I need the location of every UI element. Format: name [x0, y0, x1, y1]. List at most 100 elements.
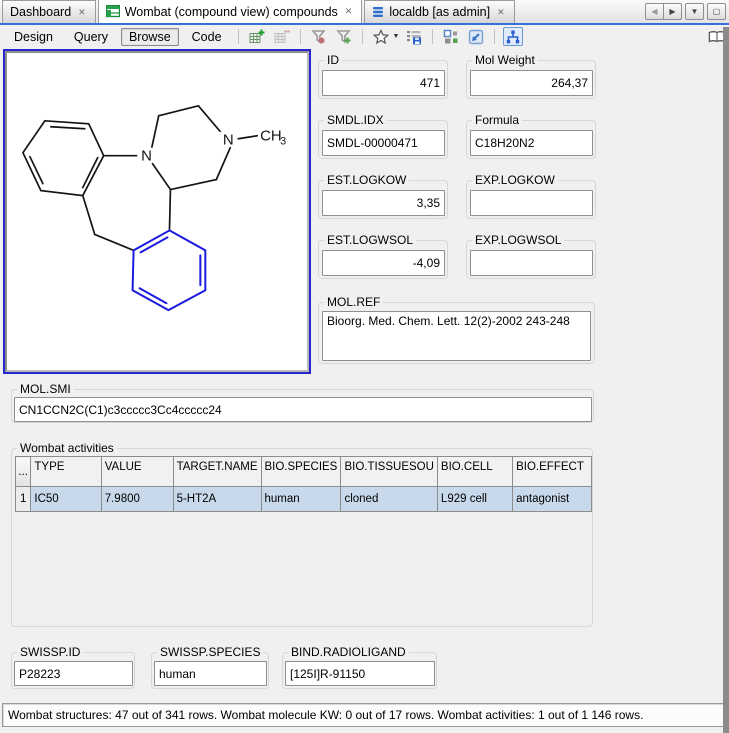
filter-result-icon[interactable] [309, 27, 329, 46]
favorites-icon[interactable] [371, 27, 391, 46]
tab-list-dropdown-button[interactable]: ▼ [685, 3, 704, 20]
field-est-logwsol: EST.LOGWSOL [318, 233, 448, 279]
field-bind-radioligand-label: BIND.RADIOLIGAND [288, 645, 409, 659]
table-settings-button[interactable]: ... [14, 456, 32, 487]
field-smdl-idx-label: SMDL.IDX [324, 113, 387, 127]
close-icon[interactable]: ✕ [343, 6, 355, 17]
cell-bio-species[interactable]: human [260, 486, 342, 512]
browse-button[interactable]: Browse [120, 27, 179, 46]
save-list-icon[interactable] [404, 27, 424, 46]
separator [432, 29, 434, 44]
methyl-subscript: 3 [280, 136, 286, 148]
field-swissp-species-input[interactable] [154, 661, 267, 686]
tab-wombat-compounds[interactable]: Wombat (compound view) compounds ✕ [97, 0, 363, 23]
favorites-dropdown-icon[interactable]: ▼ [393, 33, 400, 40]
tab-dashboard[interactable]: Dashboard ✕ [2, 0, 96, 23]
cell-target-name[interactable]: 5-HT2A [172, 486, 262, 512]
field-formula: Formula [466, 113, 596, 159]
form-view: N N CH 3 ID Mol Weight SMDL.IDX Formula [0, 46, 729, 733]
cell-bio-tissuesource[interactable]: cloned [340, 486, 438, 512]
field-mol-smi-label: MOL.SMI [17, 382, 74, 396]
wombat-activities-table[interactable]: ... TYPE VALUE TARGET.NAME BIO.SPECIES B… [14, 456, 592, 512]
field-est-logwsol-label: EST.LOGWSOL [324, 233, 417, 247]
close-icon[interactable]: ✕ [495, 7, 507, 18]
tab-localdb-label: localdb [as admin] [389, 5, 491, 19]
cell-value[interactable]: 7.9800 [100, 486, 174, 512]
close-icon[interactable]: ✕ [76, 7, 88, 18]
column-header[interactable]: VALUE [100, 456, 174, 487]
tab-localdb[interactable]: localdb [as admin] ✕ [364, 0, 515, 23]
maximize-button[interactable]: ▢ [707, 3, 726, 20]
field-mol-ref-input[interactable]: Bioorg. Med. Chem. Lett. 12(2)-2002 243-… [322, 311, 591, 361]
scroll-right-button[interactable]: ▶ [663, 3, 682, 20]
field-bind-radioligand-input[interactable] [285, 661, 435, 686]
hierarchy-icon[interactable] [503, 27, 524, 46]
design-button[interactable]: Design [6, 28, 61, 46]
field-swissp-id: SWISSP.ID [11, 645, 135, 689]
column-header[interactable]: BIO.EFFECT [512, 456, 592, 487]
filter-add-icon[interactable] [334, 27, 354, 46]
field-exp-logwsol-input[interactable] [470, 250, 593, 276]
column-header[interactable]: TYPE [30, 456, 102, 487]
field-exp-logkow-input[interactable] [470, 190, 593, 216]
field-id-input[interactable] [322, 70, 445, 96]
status-text: Wombat structures: 47 out of 341 rows. W… [8, 708, 644, 722]
separator [494, 29, 496, 44]
field-swissp-id-input[interactable] [14, 661, 133, 686]
field-mol-ref: MOL.REF Bioorg. Med. Chem. Lett. 12(2)-2… [318, 295, 595, 364]
field-est-logwsol-input[interactable] [322, 250, 445, 276]
field-mol-smi-input[interactable] [14, 397, 592, 422]
widgets-icon[interactable] [441, 27, 461, 46]
field-formula-label: Formula [472, 113, 523, 127]
status-bar: Wombat structures: 47 out of 341 rows. W… [2, 703, 727, 727]
field-smdl-idx-input[interactable] [322, 130, 445, 156]
field-swissp-species: SWISSP.SPECIES [151, 645, 269, 689]
field-est-logkow: EST.LOGKOW [318, 173, 448, 219]
code-button[interactable]: Code [184, 28, 230, 46]
query-button[interactable]: Query [66, 28, 116, 46]
column-header[interactable]: BIO.TISSUESOU [340, 456, 438, 487]
column-header[interactable]: TARGET.NAME [172, 456, 262, 487]
cell-type[interactable]: IC50 [30, 486, 102, 512]
field-id-label: ID [324, 53, 342, 67]
application-window: Dashboard ✕ Wombat (compound view) compo… [0, 0, 729, 733]
field-mol-smi: MOL.SMI [11, 382, 594, 423]
add-row-icon[interactable] [247, 27, 267, 46]
column-header[interactable]: BIO.SPECIES [260, 456, 342, 487]
wombat-activities-group: Wombat activities ... TYPE VALUE TARGET.… [11, 441, 593, 627]
field-exp-logwsol: EXP.LOGWSOL [466, 233, 596, 279]
field-smdl-idx: SMDL.IDX [318, 113, 448, 159]
field-mol-ref-label: MOL.REF [324, 295, 384, 309]
methyl-label: CH [260, 128, 282, 145]
separator [237, 29, 239, 44]
scroll-left-button[interactable]: ◀ [645, 3, 663, 20]
table-row[interactable]: 1 IC50 7.9800 5-HT2A human cloned L929 c… [14, 486, 592, 512]
field-formula-input[interactable] [470, 130, 593, 156]
cell-bio-cell[interactable]: L929 cell [436, 486, 514, 512]
structure-canvas[interactable]: N N CH 3 [5, 51, 309, 372]
field-exp-logkow-label: EXP.LOGKOW [472, 173, 558, 187]
separator [361, 29, 363, 44]
atom-label-n1: N [141, 148, 152, 165]
row-number[interactable]: 1 [14, 486, 32, 512]
cell-bio-effect[interactable]: antagonist [512, 486, 592, 512]
database-blue-icon [372, 6, 384, 18]
separator [299, 29, 301, 44]
resize-icon[interactable] [466, 27, 486, 46]
field-est-logkow-input[interactable] [322, 190, 445, 216]
molecule-structure: N N CH 3 [21, 105, 286, 312]
field-mol-weight: Mol Weight [466, 53, 596, 99]
field-mol-weight-input[interactable] [470, 70, 593, 96]
tab-bar: Dashboard ✕ Wombat (compound view) compo… [0, 0, 729, 25]
field-exp-logkow: EXP.LOGKOW [466, 173, 596, 219]
tab-navigation: ◀ ▶ ▼ ▢ [645, 3, 729, 20]
toolbar: Design Query Browse Code ▼ [0, 27, 729, 48]
remove-row-icon[interactable] [272, 27, 292, 46]
field-swissp-id-label: SWISSP.ID [17, 645, 84, 659]
grid-view-green-icon [105, 5, 120, 18]
column-header[interactable]: BIO.CELL [436, 456, 514, 487]
structure-panel[interactable]: N N CH 3 [3, 49, 311, 374]
table-header-row: ... TYPE VALUE TARGET.NAME BIO.SPECIES B… [14, 456, 592, 487]
field-bind-radioligand: BIND.RADIOLIGAND [282, 645, 437, 689]
field-swissp-species-label: SWISSP.SPECIES [157, 645, 264, 659]
